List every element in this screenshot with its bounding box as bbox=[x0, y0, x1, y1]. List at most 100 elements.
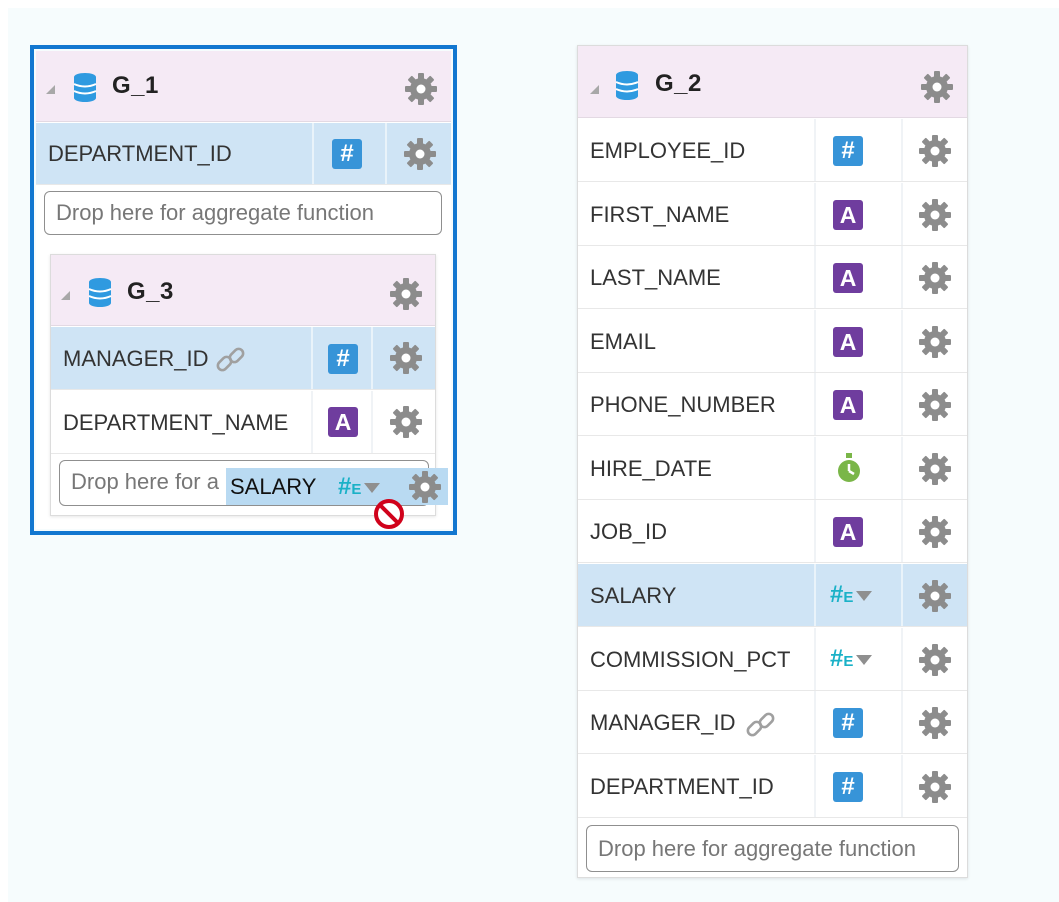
gear-icon[interactable] bbox=[403, 137, 437, 171]
aggregate-drop-zone[interactable]: Drop here for aggregate function bbox=[586, 825, 959, 872]
group-panel-g2[interactable]: G_2 EMPLOYEE_ID # FIRST_NAME A LAST_NAME… bbox=[577, 45, 968, 878]
settings-cell bbox=[901, 691, 969, 753]
settings-cell bbox=[901, 628, 969, 690]
measure-type-icon[interactable]: #E bbox=[830, 644, 873, 674]
gear-icon bbox=[409, 471, 441, 503]
gear-icon[interactable] bbox=[918, 452, 952, 486]
column-row-manager-id[interactable]: MANAGER_ID # bbox=[578, 691, 967, 754]
column-name: COMMISSION_PCT bbox=[590, 647, 791, 672]
column-row-salary[interactable]: SALARY #E bbox=[578, 564, 967, 627]
column-row-department-id[interactable]: DEPARTMENT_ID # bbox=[36, 123, 451, 185]
column-name: HIRE_DATE bbox=[590, 456, 712, 481]
drag-ghost-salary[interactable]: SALARY #E bbox=[226, 468, 448, 505]
column-row-department-name[interactable]: DEPARTMENT_NAME A bbox=[51, 391, 435, 454]
collapse-triangle-icon[interactable] bbox=[61, 291, 70, 300]
group-panel-g1[interactable]: G_1 DEPARTMENT_ID # Drop here for aggreg… bbox=[36, 51, 451, 529]
column-name: EMPLOYEE_ID bbox=[590, 138, 746, 163]
measure-hash: # bbox=[830, 645, 844, 672]
column-row-last-name[interactable]: LAST_NAME A bbox=[578, 246, 967, 309]
column-row-email[interactable]: EMAIL A bbox=[578, 310, 967, 373]
string-type-icon: A bbox=[833, 327, 863, 357]
database-icon bbox=[615, 70, 639, 101]
number-type-icon: # bbox=[328, 344, 358, 374]
column-row-phone-number[interactable]: PHONE_NUMBER A bbox=[578, 373, 967, 436]
string-type-icon: A bbox=[328, 407, 358, 437]
column-row-employee-id[interactable]: EMPLOYEE_ID # bbox=[578, 119, 967, 182]
no-drop-icon bbox=[374, 499, 404, 529]
measure-suffix: E bbox=[843, 653, 854, 670]
collapse-triangle-icon[interactable] bbox=[46, 85, 55, 94]
database-icon bbox=[73, 72, 97, 103]
database-icon bbox=[88, 277, 112, 308]
column-row-department-id[interactable]: DEPARTMENT_ID # bbox=[578, 755, 967, 818]
type-cell: A bbox=[814, 373, 901, 435]
settings-cell bbox=[371, 327, 437, 389]
settings-cell bbox=[901, 119, 969, 181]
string-type-icon: A bbox=[833, 200, 863, 230]
column-name: MANAGER_ID bbox=[590, 710, 736, 735]
settings-cell bbox=[901, 183, 969, 245]
settings-cell bbox=[901, 310, 969, 372]
type-cell: #E bbox=[814, 628, 901, 690]
column-name: LAST_NAME bbox=[590, 265, 721, 290]
gear-icon[interactable] bbox=[918, 770, 952, 804]
settings-cell bbox=[901, 437, 969, 499]
type-cell: # bbox=[311, 327, 371, 389]
settings-cell bbox=[901, 500, 969, 562]
settings-cell bbox=[901, 755, 969, 817]
column-name: DEPARTMENT_ID bbox=[590, 774, 774, 799]
column-name: DEPARTMENT_ID bbox=[48, 141, 232, 166]
gear-icon[interactable] bbox=[918, 261, 952, 295]
type-cell: A bbox=[814, 246, 901, 308]
gear-icon[interactable] bbox=[918, 706, 952, 740]
gear-icon[interactable] bbox=[918, 325, 952, 359]
gear-icon[interactable] bbox=[389, 405, 423, 439]
column-name: SALARY bbox=[590, 583, 677, 608]
gear-icon[interactable] bbox=[404, 72, 438, 106]
gear-icon[interactable] bbox=[918, 515, 952, 549]
drag-label: SALARY bbox=[230, 474, 317, 499]
date-type-icon bbox=[836, 453, 862, 484]
column-name: MANAGER_ID bbox=[63, 346, 209, 371]
column-name: FIRST_NAME bbox=[590, 202, 730, 227]
settings-cell bbox=[901, 564, 969, 626]
column-name: EMAIL bbox=[590, 329, 657, 354]
number-type-icon: # bbox=[833, 772, 863, 802]
gear-icon[interactable] bbox=[918, 198, 952, 232]
chevron-down-icon bbox=[364, 482, 381, 493]
gear-icon[interactable] bbox=[918, 388, 952, 422]
collapse-triangle-icon[interactable] bbox=[590, 85, 599, 94]
string-type-icon: A bbox=[833, 517, 863, 547]
number-type-icon: # bbox=[833, 136, 863, 166]
measure-type-icon[interactable]: #E bbox=[830, 580, 873, 610]
gear-icon[interactable] bbox=[389, 277, 423, 311]
column-name: JOB_ID bbox=[590, 519, 668, 544]
column-row-commission-pct[interactable]: COMMISSION_PCT #E bbox=[578, 628, 967, 691]
column-row-first-name[interactable]: FIRST_NAME A bbox=[578, 183, 967, 246]
measure-hash: # bbox=[830, 581, 844, 608]
gear-icon[interactable] bbox=[918, 579, 952, 613]
group-header-g1[interactable]: G_1 bbox=[36, 51, 451, 122]
measure-suffix: E bbox=[351, 481, 362, 498]
type-cell: # bbox=[814, 691, 901, 753]
column-name: PHONE_NUMBER bbox=[590, 392, 776, 417]
gear-icon[interactable] bbox=[918, 643, 952, 677]
string-type-icon: A bbox=[833, 390, 863, 420]
column-row-hire-date[interactable]: HIRE_DATE bbox=[578, 437, 967, 500]
aggregate-drop-zone[interactable]: Drop here for aggregate function bbox=[44, 191, 442, 235]
type-cell: # bbox=[312, 123, 385, 184]
column-row-manager-id[interactable]: MANAGER_ID # bbox=[51, 327, 435, 390]
group-header-g3[interactable]: G_3 bbox=[51, 255, 435, 326]
group-header-g2[interactable]: G_2 bbox=[578, 46, 967, 118]
link-icon bbox=[744, 711, 777, 739]
type-cell: A bbox=[814, 183, 901, 245]
group-title: G_1 bbox=[112, 72, 159, 99]
measure-suffix: E bbox=[843, 589, 854, 606]
gear-icon[interactable] bbox=[920, 70, 954, 104]
gear-icon[interactable] bbox=[918, 134, 952, 168]
group-title: G_2 bbox=[655, 70, 702, 97]
number-type-icon: # bbox=[332, 139, 362, 169]
gear-icon[interactable] bbox=[389, 341, 423, 375]
string-type-icon: A bbox=[833, 263, 863, 293]
column-row-job-id[interactable]: JOB_ID A bbox=[578, 500, 967, 563]
